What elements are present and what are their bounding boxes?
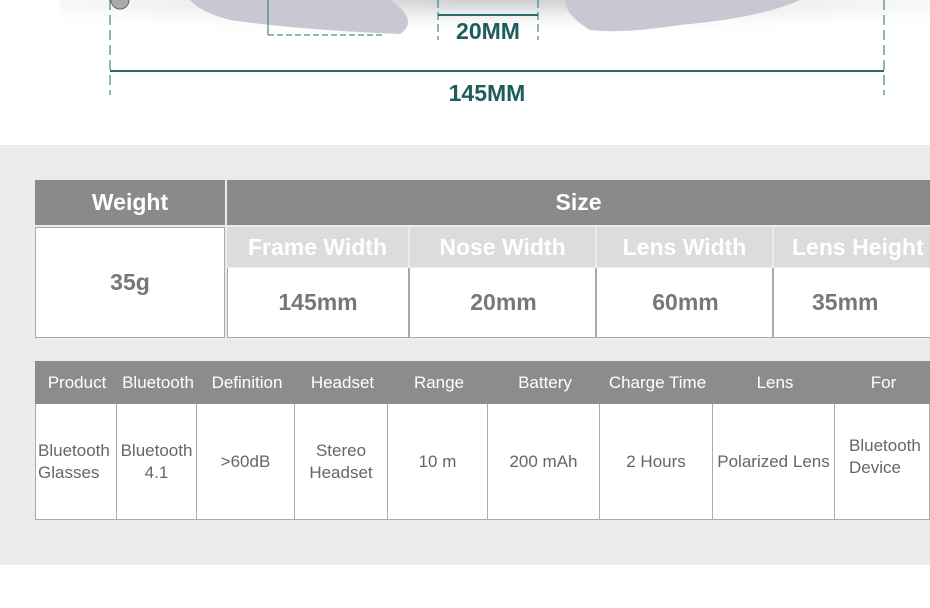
header-bluetooth: Bluetooth: [117, 361, 199, 404]
frame-width-header: Frame Width: [227, 227, 408, 267]
header-for: For: [835, 361, 930, 404]
value-bluetooth: Bluetooth 4.1: [117, 404, 197, 520]
header-charge-time: Charge Time: [600, 361, 715, 404]
value-charge-time: 2 Hours: [600, 404, 713, 520]
size-header: Size: [227, 180, 930, 225]
header-product: Product: [35, 361, 119, 404]
weight-value: 35g: [35, 227, 225, 338]
value-battery: 200 mAh: [488, 404, 600, 520]
header-lens: Lens: [713, 361, 837, 404]
value-headset: Stereo Headset: [295, 404, 388, 520]
nose-width-label: 20MM: [456, 18, 520, 44]
nose-width-value: 20mm: [408, 268, 597, 338]
header-headset: Headset: [295, 361, 390, 404]
value-definition: >60dB: [197, 404, 295, 520]
lens-height-header: Lens Height: [774, 227, 930, 267]
value-product: Bluetooth Glasses: [35, 404, 117, 520]
header-definition: Definition: [197, 361, 297, 404]
lens-width-value: 60mm: [595, 268, 774, 338]
weight-header: Weight: [35, 180, 225, 225]
value-lens: Polarized Lens: [713, 404, 835, 520]
value-range: 10 m: [388, 404, 488, 520]
nose-width-header: Nose Width: [410, 227, 595, 267]
frame-width-value: 145mm: [227, 268, 408, 338]
header-battery: Battery: [488, 361, 602, 404]
lens-height-value: 35mm: [772, 268, 930, 338]
frame-width-label: 145MM: [448, 80, 526, 106]
value-for: Bluetooth Device: [835, 404, 930, 520]
lens-width-header: Lens Width: [597, 227, 772, 267]
header-range: Range: [388, 361, 490, 404]
